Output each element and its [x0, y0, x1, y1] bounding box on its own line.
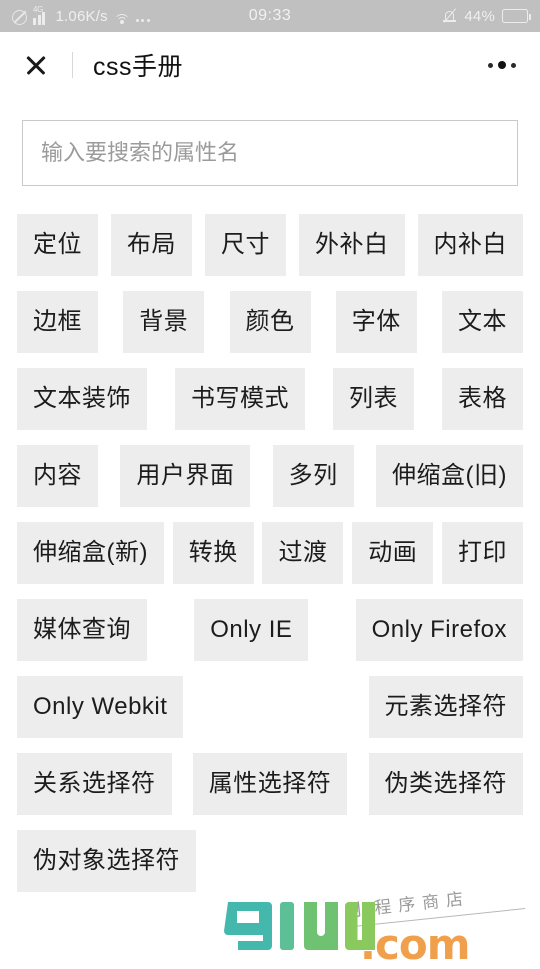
category-tag[interactable]: 尺寸	[205, 214, 286, 276]
header-divider	[72, 52, 73, 78]
category-tag[interactable]: 转换	[173, 522, 254, 584]
bell-muted-icon	[442, 9, 457, 24]
category-tag[interactable]: 过渡	[262, 522, 343, 584]
category-tag[interactable]: 文本	[442, 291, 523, 353]
category-tag[interactable]: Only IE	[194, 599, 308, 661]
category-tag-list: 定位布局尺寸外补白内补白边框背景颜色字体文本文本装饰书写模式列表表格内容用户界面…	[0, 186, 540, 892]
network-type-label: 4G	[33, 6, 43, 14]
category-tag[interactable]: 属性选择符	[193, 753, 348, 815]
category-tag-row: 伪对象选择符	[17, 830, 523, 892]
close-icon[interactable]	[22, 51, 50, 79]
status-bar-right: 44%	[442, 8, 528, 25]
category-tag[interactable]: 关系选择符	[17, 753, 172, 815]
battery-percent-label: 44%	[464, 8, 495, 25]
category-tag[interactable]: 元素选择符	[369, 676, 524, 738]
category-tag[interactable]: Only Firefox	[356, 599, 523, 661]
category-tag-row: 文本装饰书写模式列表表格	[17, 368, 523, 430]
category-tag[interactable]: 背景	[123, 291, 204, 353]
category-tag-row: 媒体查询 Only IE Only Firefox	[17, 599, 523, 661]
category-tag-row: 内容用户界面多列伸缩盒(旧)	[17, 445, 523, 507]
category-tag-row: 关系选择符属性选择符伪类选择符	[17, 753, 523, 815]
category-tag[interactable]: 列表	[333, 368, 414, 430]
category-tag[interactable]: Only Webkit	[17, 676, 183, 738]
category-tag[interactable]: 打印	[442, 522, 523, 584]
clock-label: 09:33	[249, 7, 292, 25]
category-tag[interactable]: 用户界面	[120, 445, 250, 507]
category-tag[interactable]: 伪类选择符	[369, 753, 524, 815]
category-tag-row: Only Webkit 元素选择符	[17, 676, 523, 738]
category-tag[interactable]: 内容	[17, 445, 98, 507]
search-input[interactable]	[22, 120, 518, 186]
watermark-domain: .com	[360, 920, 469, 969]
site-watermark: 小程序商店 .com	[224, 886, 524, 964]
wifi-icon	[114, 12, 130, 25]
category-tag[interactable]: 伸缩盒(新)	[17, 522, 164, 584]
category-tag[interactable]: 动画	[352, 522, 433, 584]
category-tag[interactable]: 多列	[273, 445, 354, 507]
category-tag[interactable]: 书写模式	[175, 368, 305, 430]
cellular-signal-icon: 4G	[33, 11, 50, 25]
category-tag[interactable]: 布局	[111, 214, 192, 276]
category-tag[interactable]: 字体	[336, 291, 417, 353]
battery-icon	[502, 9, 528, 23]
category-tag-row: 边框背景颜色字体文本	[17, 291, 523, 353]
status-bar-left: 4G 1.06K/s	[12, 8, 150, 25]
category-tag[interactable]: 外补白	[299, 214, 405, 276]
category-tag[interactable]: 伸缩盒(旧)	[376, 445, 523, 507]
category-tag[interactable]: 伪对象选择符	[17, 830, 196, 892]
network-speed-label: 1.06K/s	[56, 8, 108, 25]
glud-logo-icon	[224, 892, 404, 960]
search-section	[0, 98, 540, 186]
status-bar: 4G 1.06K/s 09:33 44%	[0, 0, 540, 32]
more-options-icon[interactable]	[486, 55, 518, 75]
category-tag-row: 定位布局尺寸外补白内补白	[17, 214, 523, 276]
category-tag[interactable]: 媒体查询	[17, 599, 147, 661]
category-tag[interactable]: 文本装饰	[17, 368, 147, 430]
do-not-disturb-icon	[12, 10, 27, 25]
category-tag[interactable]: 颜色	[230, 291, 311, 353]
category-tag[interactable]: 定位	[17, 214, 98, 276]
category-tag[interactable]: 表格	[442, 368, 523, 430]
more-dots-icon	[136, 19, 150, 25]
category-tag-row: 伸缩盒(新)转换过渡动画打印	[17, 522, 523, 584]
category-tag[interactable]: 内补白	[418, 214, 524, 276]
page-title: css手册	[93, 47, 183, 83]
app-header: css手册	[0, 32, 540, 98]
category-tag[interactable]: 边框	[17, 291, 98, 353]
